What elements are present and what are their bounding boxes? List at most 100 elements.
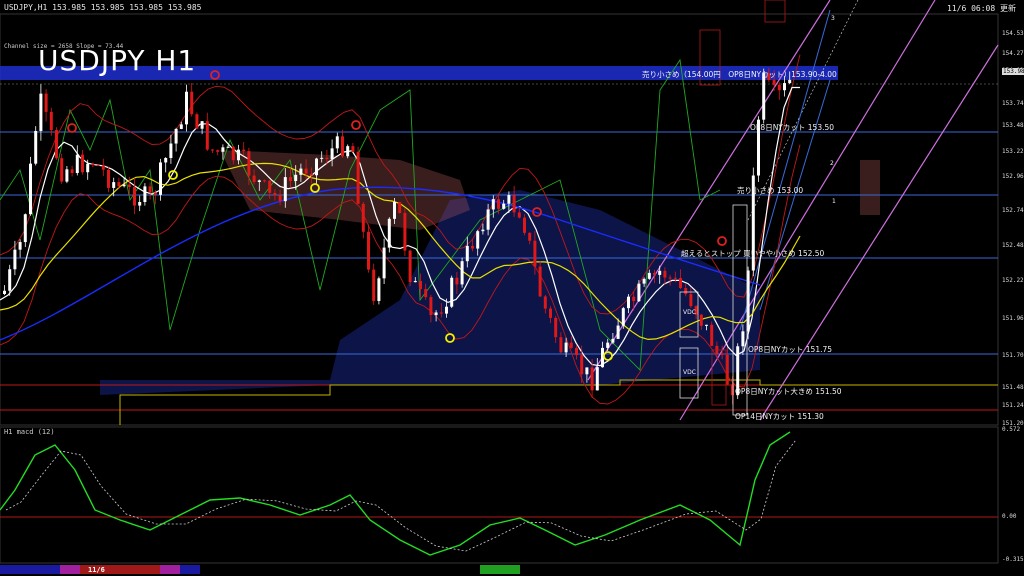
candle-body (174, 128, 178, 144)
candle-body (247, 151, 251, 176)
candle-body (49, 111, 53, 131)
candle-body (590, 367, 594, 391)
candle-body (278, 195, 282, 202)
candle-body (653, 272, 656, 275)
candle-body (481, 229, 485, 232)
candle-body (517, 212, 521, 218)
label-num-1: 1 (832, 198, 836, 205)
candle-body (315, 158, 318, 176)
candle-body (720, 353, 724, 355)
candle-body (91, 163, 95, 166)
candle-body (549, 308, 552, 318)
price-axis-label: 153.745 (1002, 100, 1024, 107)
price-axis-label: 153.985 (1002, 68, 1024, 75)
candle-body (419, 280, 422, 290)
candle-body (497, 199, 500, 209)
candle-body (424, 289, 428, 298)
candle-body (294, 174, 298, 181)
candle-body (564, 342, 568, 353)
candle-body (96, 165, 100, 167)
price-chart[interactable] (0, 0, 1024, 576)
candle-body (185, 91, 188, 125)
candle-body (81, 154, 84, 173)
price-axis-label: 152.220 (1002, 277, 1024, 284)
color-tab-1[interactable] (0, 565, 30, 574)
candle-body (148, 186, 152, 193)
candle-body (679, 277, 682, 289)
candle-body (200, 121, 204, 129)
macd-axis-top: 0.572 (1002, 426, 1021, 433)
channel-upper (759, 44, 999, 421)
price-axis-label: 151.240 (1002, 402, 1024, 409)
label-sell-small: 売り小さめ 153.00 (737, 186, 804, 195)
macd-axis-zero: 0.00 (1002, 513, 1017, 520)
candle-body (221, 147, 225, 152)
candle-body (580, 355, 584, 375)
color-tab-7[interactable] (180, 565, 200, 574)
chart-window[interactable]: USDJPY,H1 153.985 153.985 153.985 153.98… (0, 0, 1024, 576)
macd-line (0, 431, 791, 556)
channel-lower-b (679, 0, 936, 421)
candle-body (465, 245, 469, 262)
price-axis-label: 153.485 (1002, 122, 1024, 129)
candle-body (699, 314, 703, 326)
color-tab-3[interactable] (60, 565, 80, 574)
candle-body (523, 217, 526, 233)
candle-body (237, 149, 240, 161)
candle-body (117, 182, 121, 187)
candle-body (320, 157, 324, 159)
candle-body (3, 290, 6, 294)
candle-body (335, 136, 339, 149)
candle-body (133, 187, 136, 206)
candle-body (164, 158, 168, 163)
candle-body (491, 199, 495, 210)
candle-body (538, 266, 542, 297)
price-axis-label: 151.960 (1002, 315, 1024, 322)
candle-body (460, 261, 464, 285)
price-axis-label: 152.740 (1002, 207, 1024, 214)
color-tab-2[interactable] (30, 565, 60, 574)
price-axis-label: 152.480 (1002, 242, 1024, 249)
candle-body (689, 294, 693, 307)
candle-body (127, 184, 131, 188)
candle-body (226, 146, 230, 148)
date-tab-label: 11/6 (88, 566, 105, 574)
candle-body (195, 114, 199, 129)
candle-body (356, 151, 360, 204)
candle-body (471, 245, 474, 249)
candle-body (23, 214, 27, 243)
color-tab-5[interactable] (110, 565, 160, 574)
candle-body (65, 169, 69, 182)
candle-body (673, 277, 677, 279)
label-num-2: 2 (830, 160, 834, 167)
label-op8-ny-2: OP8日NYカット 151.75 (748, 345, 833, 354)
candle-body (455, 277, 459, 285)
candle-body (75, 154, 79, 174)
candle-body (29, 163, 32, 215)
candle-body (382, 247, 386, 279)
candle-body (377, 278, 381, 301)
candle-body (434, 312, 438, 316)
macd-axis-bottom: -0.315 (1002, 556, 1024, 563)
color-tab-6[interactable] (160, 565, 180, 574)
label-buy-stop: 超えるとストップ 買いやや小さめ 152.50 (681, 249, 825, 258)
candle-body (762, 73, 766, 120)
candle-body (658, 270, 662, 275)
price-axis-label: 154.270 (1002, 50, 1024, 57)
color-tab-8[interactable] (480, 565, 520, 574)
candle-body (86, 163, 90, 173)
label-sell-top: 売り小さめ（154.00円 OP8日NYカット）153.90-4.00 (642, 70, 837, 79)
signal-circle-icon (717, 236, 727, 246)
candle-body (107, 169, 110, 188)
label-op8-ny-1: OP8日NYカット 153.50 (750, 123, 835, 132)
candle-body (153, 192, 157, 195)
candle-body (731, 384, 734, 396)
candle-body (18, 242, 22, 250)
price-axis-label: 151.700 (1002, 352, 1024, 359)
candle-body (367, 231, 370, 270)
candle-body (710, 324, 714, 346)
candle-body (507, 195, 511, 204)
candle-body (575, 347, 578, 356)
candle-body (554, 317, 558, 338)
candle-body (242, 149, 246, 152)
